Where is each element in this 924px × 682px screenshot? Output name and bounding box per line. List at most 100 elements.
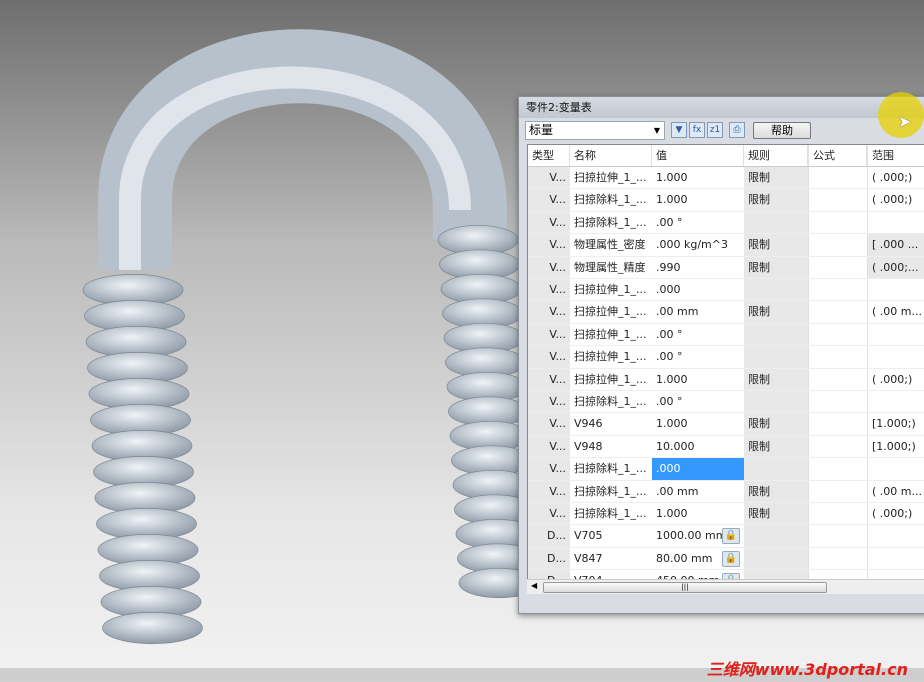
cell-formula[interactable] [808,413,867,435]
help-button[interactable]: 帮助 [753,122,811,139]
cell-rule[interactable] [744,547,808,570]
table-row[interactable]: V... V948 10.000 限制 [1.000;) [528,435,924,459]
table-row[interactable]: V... 扫掠除料_1_... 1.000 限制 ( .000;) [528,503,924,526]
cell-rule[interactable]: 限制 [744,503,808,525]
table-row[interactable]: V... 扫掠拉伸_1_... 1.000 限制 ( .000;) [528,368,924,391]
cell-rule[interactable]: 限制 [744,413,808,435]
cell-range[interactable] [867,391,924,413]
cell-type[interactable]: V... [528,279,570,301]
cell-range[interactable]: ( .000;... [867,256,924,278]
cell-name[interactable]: 扫掠除料_1_... [570,189,652,210]
cell-rule[interactable] [744,323,808,346]
cell-rule[interactable] [744,279,808,301]
cell-value[interactable]: .00 mm [652,301,744,322]
col-rule[interactable]: 规则 [744,145,808,167]
col-type[interactable]: 类型 [528,145,570,167]
cell-value[interactable]: 10.000 [652,436,744,457]
col-name[interactable]: 名称 [570,145,652,167]
cell-rule[interactable]: 限制 [744,480,808,502]
cell-type[interactable]: D... [528,547,570,570]
cell-formula[interactable] [808,391,867,413]
cell-type[interactable]: V... [528,323,570,346]
cell-range[interactable] [867,547,924,570]
cell-formula[interactable] [808,234,867,256]
table-row[interactable]: V... 扫掠除料_1_... .00 mm 限制 ( .00 m... [528,480,924,503]
cell-formula[interactable] [808,167,867,189]
fx-icon[interactable]: fx [689,122,705,138]
cell-rule[interactable] [744,525,808,547]
cell-value[interactable]: .00 ° [652,391,744,412]
cell-rule[interactable]: 限制 [744,167,808,189]
filter-dropdown[interactable]: 标量 ▼ [525,121,665,140]
cell-name[interactable]: 扫掠除料_1_... [570,503,652,524]
cell-type[interactable]: V... [528,458,570,480]
cell-range[interactable] [867,323,924,346]
sort-icon[interactable]: z1 [707,122,723,138]
cell-value[interactable]: .00 ° [652,346,744,367]
cell-name[interactable]: 物理属性_精度 [570,257,652,278]
cell-value[interactable]: 1.000 [652,503,744,524]
cell-range[interactable] [867,458,924,480]
table-row[interactable]: V... 扫掠除料_1_... .00 ° [528,391,924,414]
cell-formula[interactable] [808,211,867,234]
cell-formula[interactable] [808,301,867,323]
table-row[interactable]: V... 扫掠拉伸_1_... .00 ° [528,323,924,347]
cell-range[interactable]: ( .000;) [867,167,924,189]
lock-icon[interactable]: 🔒 [722,528,740,545]
horizontal-scrollbar[interactable]: ◀ ||| [527,579,924,594]
lock-icon[interactable]: 🔒 [722,550,740,567]
cell-rule[interactable] [744,211,808,234]
cell-name[interactable]: 扫掠除料_1_... [570,391,652,412]
table-row[interactable]: V... 物理属性_精度 .990 限制 ( .000;... [528,256,924,279]
cell-type[interactable]: V... [528,167,570,189]
cell-range[interactable]: ( .000;) [867,368,924,390]
cell-range[interactable] [867,279,924,301]
cell-type[interactable]: V... [528,391,570,413]
cell-formula[interactable] [808,323,867,346]
table-row[interactable]: V... 扫掠拉伸_1_... .000 [528,279,924,302]
cell-value[interactable]: 1.000 [652,167,744,188]
cell-value[interactable]: .000 [652,458,744,480]
cell-formula[interactable] [808,458,867,480]
cell-name[interactable]: 扫掠拉伸_1_... [570,301,652,322]
col-formula[interactable]: 公式 [808,145,867,167]
cell-name[interactable]: V946 [570,413,652,434]
cell-rule[interactable]: 限制 [744,234,808,256]
print-icon[interactable]: ⎙ [729,122,745,138]
cell-range[interactable]: ( .00 m... [867,480,924,502]
cell-name[interactable]: V948 [570,436,652,457]
cell-type[interactable]: V... [528,211,570,234]
table-row[interactable]: V... 扫掠拉伸_1_... .00 ° [528,346,924,369]
cell-value[interactable]: .000 [652,279,744,300]
cell-type[interactable]: V... [528,346,570,368]
cell-formula[interactable] [808,189,867,211]
cell-formula[interactable] [808,435,867,458]
cell-name[interactable]: 扫掠拉伸_1_... [570,324,652,345]
cell-type[interactable]: V... [528,413,570,435]
cell-formula[interactable] [808,368,867,390]
cell-formula[interactable] [808,346,867,368]
cell-type[interactable]: D... [528,525,570,547]
cell-rule[interactable] [744,391,808,413]
cell-range[interactable] [867,211,924,234]
cell-name[interactable]: 扫掠除料_1_... [570,481,652,502]
table-row[interactable]: V... 物理属性_密度 .000 kg/m^3 限制 [ .000 ... [528,234,924,257]
cell-value[interactable]: .990 [652,257,744,278]
filter-icon[interactable]: ▼ [671,122,687,138]
cell-rule[interactable] [744,458,808,480]
table-row[interactable]: V... V946 1.000 限制 [1.000;) [528,413,924,436]
cell-name[interactable]: 扫掠除料_1_... [570,458,652,479]
table-row[interactable]: V... 扫掠除料_1_... 1.000 限制 ( .000;) [528,189,924,212]
cell-type[interactable]: V... [528,301,570,323]
table-row[interactable]: V... 扫掠拉伸_1_... 1.000 限制 ( .000;) [528,167,924,190]
cell-range[interactable] [867,525,924,547]
cell-range[interactable]: [1.000;) [867,435,924,458]
cell-formula[interactable] [808,256,867,278]
cell-name[interactable]: 物理属性_密度 [570,234,652,255]
cell-type[interactable]: V... [528,234,570,256]
cell-formula[interactable] [808,279,867,301]
cell-rule[interactable]: 限制 [744,256,808,278]
cell-formula[interactable] [808,503,867,525]
cell-value[interactable]: 1.000 [652,189,744,210]
cell-type[interactable]: V... [528,435,570,458]
